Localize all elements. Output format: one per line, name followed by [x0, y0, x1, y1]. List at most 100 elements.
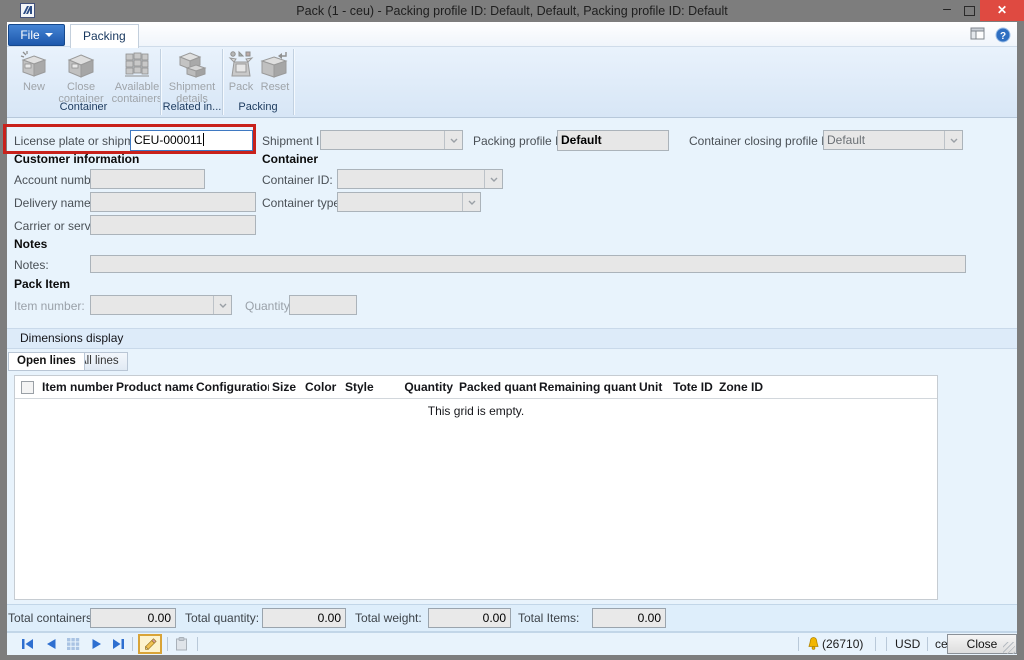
grid-view-icon[interactable] [67, 637, 80, 655]
column-header-size[interactable]: Size [269, 380, 302, 394]
item-number-label: Item number: [14, 299, 85, 313]
available-containers-rack-icon [122, 50, 152, 80]
new-button[interactable]: New [14, 50, 54, 93]
container-closing-profile-label: Container closing profile ID: [689, 134, 836, 148]
chevron-down-icon [213, 296, 231, 314]
total-quantity-field: 0.00 [262, 608, 346, 628]
shipment-id-combobox [320, 130, 463, 150]
svg-text:?: ? [1000, 31, 1006, 42]
notes-label: Notes: [14, 258, 49, 272]
ribbon-separator [293, 49, 295, 115]
total-weight-field: 0.00 [428, 608, 511, 628]
column-header-configuration[interactable]: Configuration [193, 380, 269, 394]
ribbon-group-container-label: Container [7, 101, 160, 113]
customer-information-header: Customer information [14, 152, 139, 166]
column-header-style[interactable]: Style [342, 380, 386, 394]
file-menu-button[interactable]: File [8, 24, 65, 46]
statusbar: (26710) USD ceu Close [7, 632, 1017, 655]
packing-profile-input[interactable]: Default [557, 130, 669, 151]
window-title: Pack (1 - ceu) - Packing profile ID: Def… [0, 0, 1024, 22]
notification-bell-icon[interactable] [806, 636, 821, 656]
previous-record-icon[interactable] [45, 637, 57, 655]
column-header-tote-id[interactable]: Tote ID [670, 380, 716, 394]
reset-button[interactable]: Reset [258, 50, 292, 93]
available-containers-button[interactable]: Available containers [109, 50, 165, 105]
reset-box-arrow-icon [260, 50, 290, 80]
total-quantity-label: Total quantity: [185, 611, 259, 625]
statusbar-separator [927, 637, 928, 651]
text-cursor [203, 133, 204, 146]
pack-item-header: Pack Item [14, 277, 70, 291]
total-containers-label: Total containers: [8, 611, 95, 625]
chevron-down-icon [462, 193, 480, 211]
notification-count[interactable]: (26710) [822, 637, 863, 651]
tab-open-lines[interactable]: Open lines [8, 352, 85, 371]
ribbon: New Close container [7, 47, 1017, 118]
statusbar-separator [197, 637, 198, 651]
resize-grip[interactable] [1003, 642, 1015, 654]
container-header: Container [262, 152, 318, 166]
last-record-icon[interactable] [111, 637, 125, 655]
next-record-icon[interactable] [91, 637, 103, 655]
total-items-label: Total Items: [518, 611, 579, 625]
maximize-icon[interactable] [958, 0, 980, 21]
help-icon[interactable]: ? [995, 27, 1011, 48]
grid-header-row: Item number Product name Configuration S… [15, 376, 937, 399]
column-header-zone-id[interactable]: Zone ID [716, 380, 766, 394]
notes-field [90, 255, 966, 273]
column-header-unit[interactable]: Unit [636, 380, 670, 394]
layout-panes-icon[interactable] [970, 27, 986, 46]
chevron-down-icon [944, 131, 962, 149]
file-menu-label: File [20, 28, 39, 42]
reset-button-label: Reset [261, 81, 290, 93]
container-closing-profile-value: Default [827, 133, 865, 147]
minimize-icon[interactable]: – [936, 0, 958, 21]
grid-empty-message: This grid is empty. [15, 404, 937, 418]
column-header-item-number[interactable]: Item number [39, 380, 113, 394]
delivery-name-field [90, 192, 256, 212]
container-type-combobox [337, 192, 481, 212]
pack-button[interactable]: Pack [226, 50, 256, 93]
titlebar: Pack (1 - ceu) - Packing profile ID: Def… [0, 0, 1024, 22]
pack-button-label: Pack [229, 81, 253, 93]
select-all-checkbox[interactable] [21, 381, 34, 394]
column-header-packed-quantity[interactable]: Packed quantity [456, 380, 536, 394]
maximize-glyph [964, 6, 975, 16]
tabstrip: File Packing ? [7, 22, 1017, 47]
column-header-quantity[interactable]: Quantity [386, 380, 456, 394]
quantity-field [289, 295, 357, 315]
close-container-button[interactable]: Close container [55, 50, 107, 105]
container-id-combobox [337, 169, 503, 189]
edit-mode-button[interactable] [138, 634, 162, 654]
column-header-color[interactable]: Color [302, 380, 342, 394]
statusbar-separator [886, 637, 887, 651]
chevron-down-icon [444, 131, 462, 149]
tab-packing[interactable]: Packing [70, 24, 139, 48]
currency-indicator[interactable]: USD [895, 637, 920, 651]
ribbon-group-packing-label: Packing [223, 101, 293, 113]
column-header-remaining-quantity[interactable]: Remaining quantity [536, 380, 636, 394]
close-icon[interactable]: ✕ [980, 0, 1024, 21]
shipment-details-boxes-icon [177, 50, 207, 80]
paste-clipboard-icon[interactable] [175, 637, 188, 656]
notes-header: Notes [14, 237, 47, 251]
packing-profile-value: Default [561, 133, 602, 147]
lines-grid: Item number Product name Configuration S… [14, 375, 938, 600]
license-plate-input[interactable]: CEU-000011 [130, 130, 253, 151]
item-number-combobox [90, 295, 232, 315]
packing-profile-label: Packing profile ID: [473, 134, 570, 148]
license-plate-value: CEU-000011 [134, 133, 202, 147]
first-record-icon[interactable] [21, 637, 35, 655]
statusbar-separator [167, 637, 168, 651]
close-container-box-icon [66, 50, 96, 80]
shipment-details-button[interactable]: Shipment details [165, 50, 219, 105]
carrier-or-service-field [90, 215, 256, 235]
pack-open-box-icon [226, 50, 256, 80]
statusbar-separator [875, 637, 876, 651]
total-containers-field: 0.00 [90, 608, 176, 628]
dimensions-display-button[interactable]: Dimensions display [7, 328, 1017, 349]
ribbon-group-related-label: Related in... [162, 101, 222, 113]
app-window: Pack (1 - ceu) - Packing profile ID: Def… [0, 0, 1024, 660]
column-header-product-name[interactable]: Product name [113, 380, 193, 394]
statusbar-separator [798, 637, 799, 651]
